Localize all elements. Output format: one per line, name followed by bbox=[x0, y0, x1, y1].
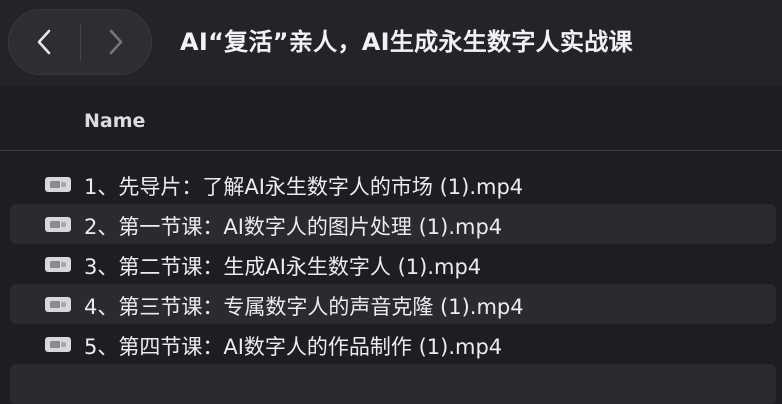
column-header: Name bbox=[0, 86, 782, 151]
file-name: 4、第三节课：专属数字人的声音克隆 (1).mp4 bbox=[84, 295, 524, 319]
toolbar: AI“复活”亲人，AI生成永生数字人实战课 bbox=[0, 0, 782, 86]
video-thumbnail-icon bbox=[45, 297, 71, 312]
file-list: 1、先导片：了解AI永生数字人的市场 (1).mp4 2、第一节课：AI数字人的… bbox=[0, 164, 782, 404]
forward-button[interactable] bbox=[81, 10, 152, 74]
navigation-group bbox=[8, 9, 152, 75]
file-name: 3、第二节课：生成AI永生数字人 (1).mp4 bbox=[84, 255, 482, 279]
video-thumbnail-icon bbox=[45, 337, 71, 352]
window-title: AI“复活”亲人，AI生成永生数字人实战课 bbox=[180, 28, 633, 56]
file-name: 5、第四节课：AI数字人的作品制作 (1).mp4 bbox=[84, 335, 503, 359]
file-row[interactable]: 5、第四节课：AI数字人的作品制作 (1).mp4 bbox=[10, 324, 776, 364]
empty-row bbox=[10, 364, 776, 404]
chevron-left-icon bbox=[37, 29, 51, 55]
back-button[interactable] bbox=[9, 10, 80, 74]
file-row[interactable]: 1、先导片：了解AI永生数字人的市场 (1).mp4 bbox=[10, 164, 776, 204]
file-row[interactable]: 3、第二节课：生成AI永生数字人 (1).mp4 bbox=[10, 244, 776, 284]
file-name: 1、先导片：了解AI永生数字人的市场 (1).mp4 bbox=[84, 175, 524, 199]
video-thumbnail-icon bbox=[45, 177, 71, 192]
video-thumbnail-icon bbox=[45, 217, 71, 232]
file-name: 2、第一节课：AI数字人的图片处理 (1).mp4 bbox=[84, 215, 503, 239]
file-row[interactable]: 2、第一节课：AI数字人的图片处理 (1).mp4 bbox=[10, 204, 776, 244]
column-header-name[interactable]: Name bbox=[84, 110, 145, 132]
file-row[interactable]: 4、第三节课：专属数字人的声音克隆 (1).mp4 bbox=[10, 284, 776, 324]
video-thumbnail-icon bbox=[45, 257, 71, 272]
chevron-right-icon bbox=[109, 29, 123, 55]
